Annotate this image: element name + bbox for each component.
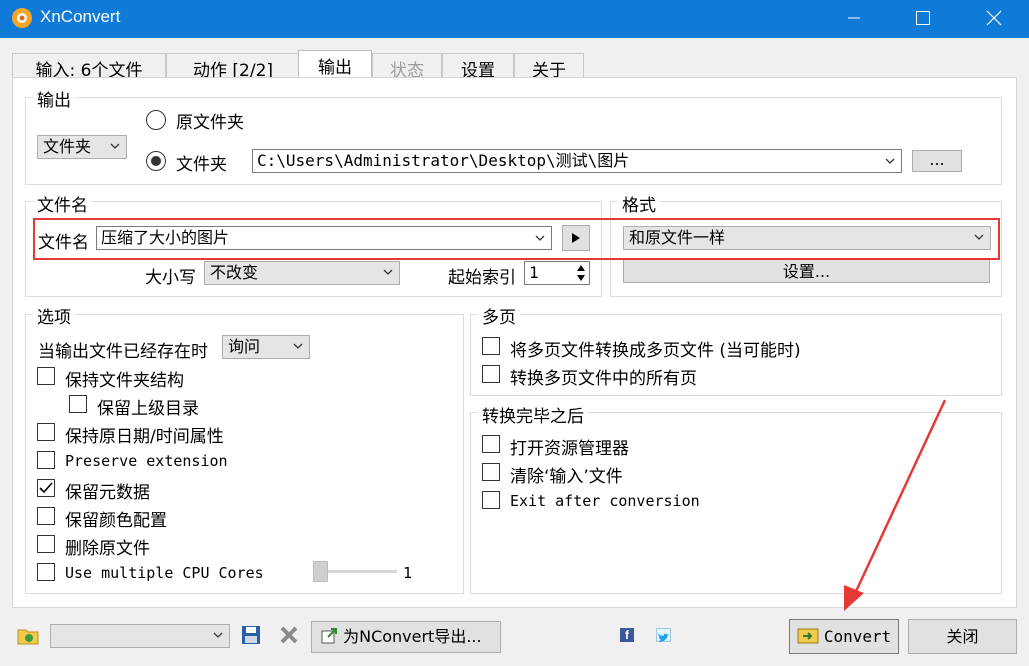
twitter-bird-icon bbox=[658, 633, 669, 642]
spinner-arrows-icon[interactable] bbox=[575, 263, 587, 283]
file-exists-select[interactable]: 询问 bbox=[222, 335, 310, 359]
checkmark-icon bbox=[39, 482, 53, 494]
export-icon bbox=[321, 628, 337, 644]
after-conversion-group-label: 转换完毕之后 bbox=[478, 402, 588, 427]
xnconvert-icon bbox=[12, 8, 32, 28]
destination-type-value: 文件夹 bbox=[43, 137, 92, 156]
maximize-icon bbox=[916, 11, 930, 25]
annotation-arrow bbox=[844, 399, 947, 611]
preserve-extension-label: Preserve extension bbox=[65, 452, 228, 470]
export-nconvert-label: 为NConvert导出... bbox=[343, 627, 482, 646]
radio-folder-label: 文件夹 bbox=[176, 155, 227, 175]
tab-input[interactable]: 输入: 6个文件 bbox=[12, 53, 166, 81]
checkbox-keep-color-profile[interactable] bbox=[37, 507, 55, 525]
keep-metadata-label: 保留元数据 bbox=[65, 483, 150, 503]
checkbox-keep-parent-dir[interactable] bbox=[69, 395, 87, 413]
radio-original-folder-label: 原文件夹 bbox=[176, 113, 244, 133]
checkbox-keep-metadata[interactable] bbox=[37, 479, 55, 497]
clear-input-label: 清除‘输入’文件 bbox=[510, 467, 623, 487]
keep-folder-structure-label: 保持文件夹结构 bbox=[65, 371, 184, 391]
convert-button[interactable]: Convert bbox=[789, 619, 899, 654]
chevron-down-icon bbox=[110, 143, 120, 149]
chevron-down-icon bbox=[293, 343, 303, 349]
checkbox-keep-datetime[interactable] bbox=[37, 423, 55, 441]
preset-select[interactable] bbox=[50, 624, 230, 648]
close-window-button[interactable] bbox=[971, 0, 1017, 36]
save-preset-button[interactable] bbox=[240, 624, 262, 646]
highlight-annotation bbox=[33, 218, 1000, 260]
case-value: 不改变 bbox=[210, 263, 259, 282]
delete-preset-button[interactable] bbox=[278, 624, 300, 646]
checkbox-exit-after[interactable] bbox=[482, 491, 500, 509]
tab-status[interactable]: 状态 bbox=[372, 53, 442, 81]
close-button[interactable]: 关闭 bbox=[908, 619, 1017, 654]
start-index-label: 起始索引 bbox=[448, 268, 516, 288]
radio-original-folder[interactable] bbox=[146, 110, 166, 130]
chevron-down-icon bbox=[383, 269, 393, 275]
browse-button[interactable]: ... bbox=[912, 150, 962, 172]
export-nconvert-button[interactable]: 为NConvert导出... bbox=[311, 621, 501, 653]
tab-actions[interactable]: 动作 [2/2] bbox=[166, 53, 300, 81]
start-index-value: 1 bbox=[529, 263, 539, 282]
tab-output[interactable]: 输出 bbox=[298, 50, 372, 80]
checkbox-preserve-extension[interactable] bbox=[37, 451, 55, 469]
delete-icon bbox=[280, 626, 298, 644]
close-icon bbox=[986, 10, 1002, 26]
checkbox-clear-input[interactable] bbox=[482, 463, 500, 481]
open-explorer-label: 打开资源管理器 bbox=[510, 439, 629, 459]
radio-folder[interactable] bbox=[146, 151, 166, 171]
convert-icon bbox=[797, 628, 819, 644]
checkbox-open-explorer[interactable] bbox=[482, 435, 500, 453]
chevron-down-icon bbox=[885, 158, 895, 164]
facebook-icon[interactable]: f bbox=[620, 628, 634, 642]
tab-about[interactable]: 关于 bbox=[514, 53, 584, 81]
case-label: 大小写 bbox=[145, 268, 196, 288]
keep-parent-dir-label: 保留上级目录 bbox=[97, 399, 199, 419]
tab-settings[interactable]: 设置 bbox=[442, 53, 514, 81]
minimize-button[interactable] bbox=[831, 0, 877, 36]
checkbox-multipage-to-multipage[interactable] bbox=[482, 337, 500, 355]
format-group-label: 格式 bbox=[618, 191, 660, 216]
checkbox-convert-all-pages[interactable] bbox=[482, 365, 500, 383]
minimize-icon bbox=[848, 17, 860, 19]
exit-after-label: Exit after conversion bbox=[510, 492, 700, 510]
checkbox-delete-original[interactable] bbox=[37, 535, 55, 553]
save-icon bbox=[242, 626, 260, 644]
folder-path-input[interactable]: C:\Users\Administrator\Desktop\测试\图片 bbox=[252, 149, 902, 173]
checkbox-keep-folder-structure[interactable] bbox=[37, 367, 55, 385]
filename-group-label: 文件名 bbox=[33, 191, 92, 216]
cpu-cores-slider-thumb[interactable] bbox=[313, 561, 328, 582]
start-index-input[interactable]: 1 bbox=[524, 261, 590, 285]
folder-open-icon bbox=[17, 629, 39, 645]
checkbox-multi-cpu[interactable] bbox=[37, 563, 55, 581]
folder-path-value: C:\Users\Administrator\Desktop\测试\图片 bbox=[257, 151, 630, 170]
cpu-cores-value: 1 bbox=[403, 564, 413, 582]
keep-color-profile-label: 保留颜色配置 bbox=[65, 511, 167, 531]
file-exists-value: 询问 bbox=[228, 337, 261, 356]
window-title: XnConvert bbox=[40, 7, 121, 26]
chevron-down-icon bbox=[213, 632, 223, 638]
load-preset-button[interactable] bbox=[16, 624, 42, 648]
multipage-to-multipage-label: 将多页文件转换成多页文件 (当可能时) bbox=[510, 341, 801, 361]
convert-label: Convert bbox=[823, 627, 892, 646]
output-group-label: 输出 bbox=[33, 86, 75, 111]
maximize-button[interactable] bbox=[900, 0, 946, 36]
destination-type-select[interactable]: 文件夹 bbox=[37, 135, 127, 159]
twitter-icon[interactable] bbox=[656, 628, 671, 642]
multipage-group-label: 多页 bbox=[478, 303, 520, 328]
file-exists-label: 当输出文件已经存在时 bbox=[38, 342, 208, 362]
delete-original-label: 删除原文件 bbox=[65, 539, 150, 559]
multi-cpu-label: Use multiple CPU Cores bbox=[65, 564, 264, 582]
options-group-label: 选项 bbox=[33, 303, 75, 328]
title-bar: XnConvert bbox=[0, 0, 1029, 38]
convert-all-pages-label: 转换多页文件中的所有页 bbox=[510, 369, 697, 389]
keep-datetime-label: 保持原日期/时间属性 bbox=[65, 427, 224, 447]
format-settings-button[interactable]: 设置... bbox=[623, 259, 990, 283]
case-select[interactable]: 不改变 bbox=[204, 261, 400, 285]
